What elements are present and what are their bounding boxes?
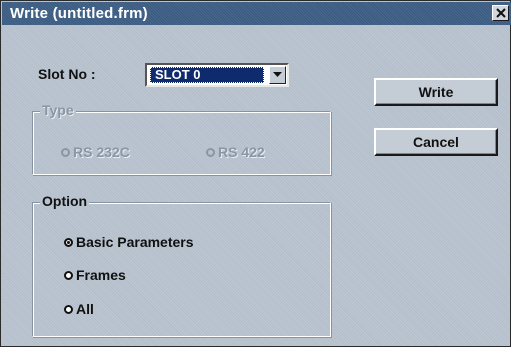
cancel-button[interactable]: Cancel [374, 128, 498, 156]
dropdown-arrow-button[interactable] [269, 66, 286, 84]
radio-unchecked-icon [206, 148, 215, 157]
slot-no-selected-value[interactable]: SLOT 0 [150, 67, 264, 83]
slot-no-dropdown[interactable]: SLOT 0 [145, 63, 289, 87]
radio-unchecked-icon [64, 305, 73, 314]
type-group-legend: Type [40, 102, 76, 118]
title-bar[interactable]: Write (untitled.frm) [2, 2, 511, 25]
radio-basic-parameters[interactable]: Basic Parameters [64, 234, 194, 250]
radio-rs422-label: RS 422 [218, 144, 265, 160]
close-button[interactable] [492, 5, 509, 21]
slot-no-label: Slot No : [38, 66, 96, 82]
chevron-down-icon [273, 72, 282, 77]
radio-all[interactable]: All [64, 301, 94, 317]
option-groupbox: Option Basic Parameters Frames All [32, 193, 331, 337]
close-icon [496, 8, 506, 18]
radio-basic-parameters-label: Basic Parameters [76, 234, 194, 250]
write-button[interactable]: Write [374, 78, 498, 106]
radio-all-label: All [76, 301, 94, 317]
radio-unchecked-icon [61, 148, 70, 157]
radio-rs232c-label: RS 232C [73, 144, 130, 160]
radio-rs232c[interactable]: RS 232C [61, 144, 130, 160]
radio-unchecked-icon [64, 271, 73, 280]
write-dialog: Write (untitled.frm) Slot No : SLOT 0 Ty… [0, 0, 511, 347]
radio-rs422[interactable]: RS 422 [206, 144, 265, 160]
radio-frames-label: Frames [76, 267, 126, 283]
window-title: Write (untitled.frm) [10, 5, 148, 22]
radio-checked-icon [64, 238, 73, 247]
option-group-legend: Option [40, 193, 90, 209]
type-groupbox: Type RS 232C RS 422 [32, 102, 331, 175]
radio-frames[interactable]: Frames [64, 267, 126, 283]
